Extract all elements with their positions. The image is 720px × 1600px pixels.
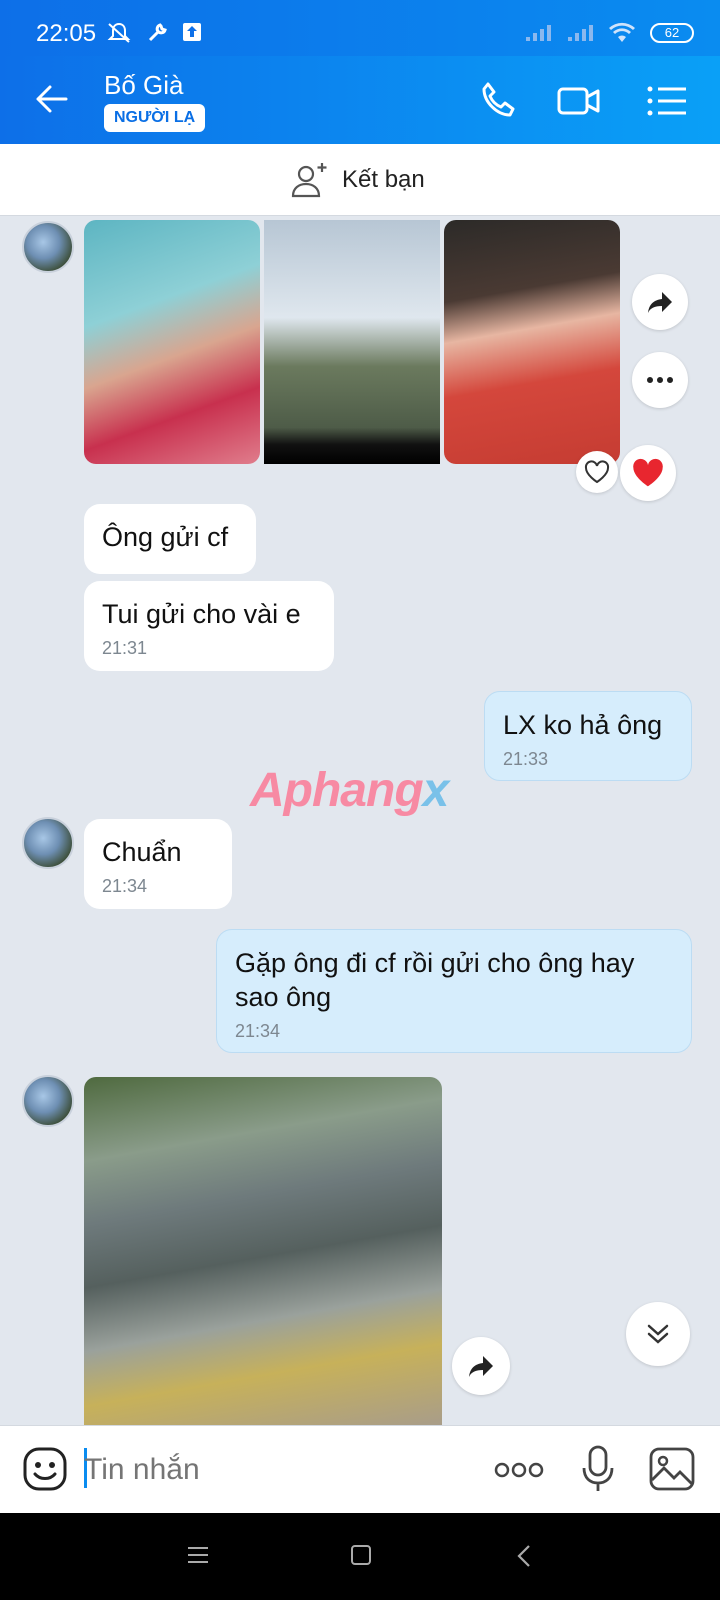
chat-header: Bố Già NGƯỜI LẠ	[0, 56, 720, 144]
react-button[interactable]	[576, 451, 618, 493]
photo-2[interactable]	[264, 220, 440, 464]
heart-filled-icon	[633, 458, 663, 487]
recent-apps-icon[interactable]	[186, 1545, 210, 1565]
signal-icon-2	[568, 25, 593, 41]
forward-button[interactable]	[632, 274, 688, 330]
wrench-icon	[148, 23, 167, 42]
message-bubble-mine[interactable]: LX ko hả ông 21:33	[484, 691, 692, 781]
more-button[interactable]	[632, 352, 688, 408]
message-text: Tui gửi cho vài e	[102, 599, 301, 629]
upload-icon	[183, 23, 201, 41]
message-bubble[interactable]: Tui gửi cho vài e 21:31	[84, 581, 334, 671]
signal-icon	[526, 25, 551, 41]
photo-3[interactable]	[444, 220, 620, 464]
system-nav-bar	[0, 1513, 720, 1600]
video-icon[interactable]	[556, 78, 602, 124]
scroll-down-button[interactable]	[626, 1302, 690, 1366]
message-input[interactable]	[84, 1446, 464, 1494]
menu-icon[interactable]	[644, 78, 690, 124]
message-time: 21:34	[235, 1021, 281, 1041]
watermark-text-2: x	[422, 764, 450, 817]
watermark: Aphangx	[250, 763, 450, 818]
message-bubble[interactable]: Ông gửi cf	[84, 504, 256, 574]
battery-indicator: 62	[650, 23, 694, 43]
home-icon[interactable]	[350, 1544, 372, 1566]
avatar[interactable]	[22, 817, 74, 869]
add-friend-icon	[291, 163, 327, 198]
add-friend-bar[interactable]: Kết bạn	[0, 144, 720, 216]
heart-outline-icon	[584, 460, 610, 484]
mute-icon	[107, 22, 131, 43]
message-time: 21:34	[102, 876, 148, 896]
message-text: LX ko hả ông	[503, 710, 663, 740]
reaction-badge[interactable]	[620, 445, 676, 501]
forward-button[interactable]	[452, 1337, 510, 1395]
photo-1[interactable]	[84, 220, 260, 464]
image-icon[interactable]	[648, 1446, 696, 1492]
phone-icon[interactable]	[476, 78, 522, 124]
message-list[interactable]: Ông gửi cf Tui gửi cho vài e 21:31 LX ko…	[0, 217, 720, 1425]
message-text: Gặp ông đi cf rồi gửi cho ông hay sao ôn…	[235, 948, 635, 1012]
message-input-bar	[0, 1425, 720, 1513]
message-time: 21:31	[102, 638, 148, 658]
share-icon	[648, 292, 672, 313]
contact-name[interactable]: Bố Già	[104, 70, 184, 101]
share-icon	[469, 1356, 493, 1377]
avatar[interactable]	[22, 221, 74, 273]
status-bar: 22:05 62	[0, 0, 720, 56]
message-bubble[interactable]: Chuẩn 21:34	[84, 819, 232, 909]
sticker-icon[interactable]	[22, 1446, 68, 1492]
stranger-badge: NGƯỜI LẠ	[104, 104, 206, 132]
watermark-text-1: Aphang	[250, 764, 424, 817]
scroll-down-icon	[647, 1324, 669, 1344]
ellipsis-icon[interactable]	[494, 1456, 544, 1484]
message-text: Chuẩn	[102, 837, 182, 867]
microphone-icon[interactable]	[580, 1444, 616, 1494]
wifi-icon	[609, 22, 635, 42]
photo-4[interactable]	[84, 1077, 442, 1425]
more-icon	[647, 377, 673, 383]
add-friend-label: Kết bạn	[342, 166, 425, 193]
avatar[interactable]	[22, 1075, 74, 1127]
back-nav-icon[interactable]	[516, 1544, 532, 1568]
back-arrow-icon[interactable]	[30, 78, 72, 120]
message-text: Ông gửi cf	[102, 522, 229, 552]
message-time: 21:33	[503, 749, 549, 769]
status-time: 22:05	[36, 20, 97, 47]
message-bubble-mine[interactable]: Gặp ông đi cf rồi gửi cho ông hay sao ôn…	[216, 929, 692, 1053]
